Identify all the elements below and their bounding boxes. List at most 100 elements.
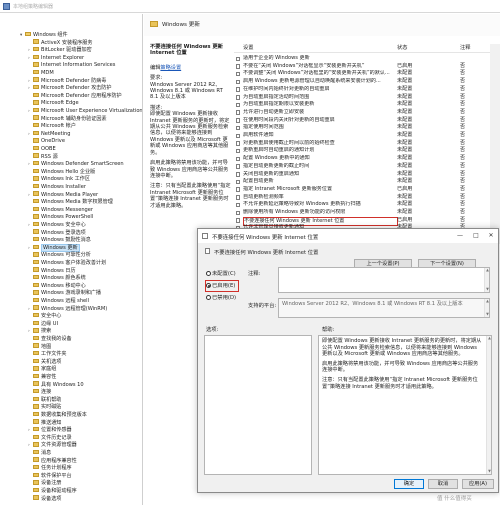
tree-item[interactable]: Windows 客户体验改善计划 (28, 259, 106, 267)
apply-button[interactable]: 应用(A) (462, 479, 494, 489)
setting-row[interactable]: 指定使用时间范围 未配置 否 (234, 124, 490, 132)
tree-item[interactable]: 联机帮助 (28, 396, 61, 404)
tree-item[interactable]: ▾ Windows 组件 (20, 31, 68, 39)
tree-item[interactable]: 边缘 UI (28, 320, 58, 328)
tree-item[interactable]: › Windows Defender SmartScreen (28, 160, 124, 168)
setting-row[interactable]: 更新重启时自动重启的通知计划 未配置 否 (234, 147, 490, 155)
column-comment[interactable]: 注释 (460, 44, 470, 53)
tree-item[interactable]: Windows 登录选项 (28, 229, 86, 237)
minimize-button[interactable]: — (454, 231, 466, 241)
tree-item[interactable]: 具有 Windows 10 (28, 381, 84, 389)
help-scrollbar[interactable]: ▲ ▼ (486, 336, 491, 474)
tree-item[interactable]: Internet Information Services (28, 62, 115, 69)
tree-item[interactable]: Windows 移动中心 (28, 282, 86, 290)
column-state[interactable]: 状态 (397, 44, 407, 53)
tree-item[interactable]: ActiveX 安装程序服务 (28, 39, 92, 47)
tree-item[interactable]: 家庭组 (28, 366, 56, 373)
setting-row[interactable]: 自动更新检测频率 未配置 否 (234, 194, 490, 202)
state-radio[interactable]: 已禁用(D) (206, 293, 244, 303)
tree-item[interactable]: › Microsoft Defender 防病毒 (28, 77, 106, 85)
setting-row[interactable]: 适用于企业的 Windows 更新 (234, 55, 490, 63)
setting-row[interactable]: 指定自动更新更新的截止时间 未配置 否 (234, 163, 490, 171)
setting-row[interactable]: 不允许更新延迟策略导致对 Windows 更新执行扫描 未配置 否 (234, 201, 490, 209)
tree-item[interactable]: 连接 (28, 388, 51, 396)
policy-tree[interactable]: ▾ Windows 组件 ActiveX 安装程序服务 › BitLocker 驱动器加… (0, 14, 143, 505)
comment-field[interactable]: ▲ ▼ (278, 267, 490, 293)
tree-item[interactable]: › BitLocker 驱动器加密 (28, 46, 92, 54)
tree-item[interactable]: › 位置和传感器 (28, 426, 72, 434)
tree-item[interactable]: 工作文件夹 (28, 350, 66, 358)
tree-item[interactable]: › Microsoft User Experience Virtualizatio… (28, 107, 142, 115)
setting-row[interactable]: 允许进行自动更新立即安装 未配置 否 (234, 109, 490, 117)
setting-row[interactable]: 不要调整“关闭 Windows”对话框里的“安装更新并关机”的默认... 未配置 否 (234, 70, 490, 78)
tree-item[interactable]: Windows Messenger (28, 206, 93, 214)
tree-item[interactable]: › NetMeeting (28, 130, 70, 138)
setting-row[interactable]: 配置 Windows 更新中的通知 未配置 否 (234, 155, 490, 163)
setting-row[interactable]: 启用 Windows 更新电源管理以自动唤醒系统来安装计划的... 未配置 否 (234, 78, 490, 86)
tree-item[interactable]: › Internet Explorer (28, 54, 84, 62)
tree-item[interactable]: 数据收集和预览版本 (28, 411, 87, 419)
tree-item[interactable]: 安全中心 (28, 312, 61, 320)
setting-row[interactable]: 为自动重启指定活动时间范围 未配置 否 (234, 94, 490, 102)
tree-item[interactable]: MDM (28, 69, 54, 77)
tree-item[interactable]: › Microsoft Defender 攻击防护 (28, 84, 111, 92)
cancel-button[interactable]: 取消 (428, 479, 458, 489)
setting-row[interactable]: 对更新重启使用截止时间以前的始终检查 未配置否 (234, 140, 490, 148)
tree-item[interactable]: Microsoft 帐户 (28, 122, 76, 130)
tree-item[interactable]: Windows 远程 shell (28, 297, 89, 305)
setting-row[interactable]: 不要连接任何 Windows 更新 Internet 位置 已启用否 (234, 216, 490, 227)
tree-item[interactable]: 查找我的设备 (28, 335, 72, 343)
tree-item[interactable]: 任务计划程序 (28, 464, 72, 472)
tree-item[interactable]: Windows Media 数字权限管理 (28, 198, 113, 206)
setting-row[interactable]: 为自动重启指定期限以安装更新 未配置 否 (234, 101, 490, 109)
setting-row[interactable]: 关闭自动更新的重启通知 未配置 否 (234, 171, 490, 179)
maximize-button[interactable]: □ (470, 231, 482, 241)
comment-scrollbar[interactable]: ▲ ▼ (484, 268, 489, 292)
tree-item[interactable]: Windows 游戏录制和广播 (28, 290, 101, 297)
tree-item[interactable]: Microsoft 辅助身份验证因素 (28, 115, 107, 123)
tree-item[interactable]: › 文件资源管理器 (28, 442, 77, 449)
setting-row[interactable]: 配置自动更新 未配置 否 (234, 178, 490, 186)
tree-item[interactable]: 消息 (28, 449, 51, 457)
tree-item[interactable]: 关机选项 (28, 358, 61, 366)
radio-dot-icon[interactable] (206, 270, 211, 276)
setting-row[interactable]: 启用软件通知 未配置 否 (234, 132, 490, 140)
tree-item[interactable]: OneDrive (28, 138, 65, 145)
column-setting[interactable]: 设置 (243, 44, 253, 53)
state-radio[interactable]: 未配置(C) (206, 269, 244, 279)
edit-policy-link[interactable]: 策略设置 (160, 65, 181, 71)
tree-item[interactable]: 应用程序兼容性 (28, 457, 77, 465)
tree-item[interactable]: 软件保护平台 (28, 472, 72, 480)
tree-item[interactable]: 文件历史记录 (28, 434, 72, 442)
tree-item[interactable]: 设备选项 (28, 495, 61, 503)
tree-item[interactable]: 兼容性 (28, 373, 56, 381)
tree-item[interactable]: 实时磁贴 (28, 404, 61, 411)
setting-row[interactable]: 删除使用所有 Windows 更新功能的访问权限 未配置 否 (234, 209, 490, 217)
tree-item[interactable]: Windows 颜色系统 (28, 274, 86, 282)
setting-row[interactable]: 在维护时间内始终针对更新的自动重启 未配置 否 (234, 86, 490, 94)
setting-row[interactable]: 指定 Intranet Microsoft 更新服务位置 已启用 否 (234, 186, 490, 194)
tree-item[interactable]: › Windows 更新 (28, 243, 80, 252)
tree-item[interactable]: Windows Ink 工作区 (28, 176, 90, 183)
close-button[interactable]: ✕ (485, 231, 497, 241)
tree-item[interactable]: Windows 日历 (28, 267, 76, 275)
tree-item[interactable]: › Windows 远程管理(WinRM) (28, 305, 107, 313)
tree-item[interactable]: Microsoft Defender 应用程序防护 (28, 92, 122, 100)
settings-scrollbar[interactable] (490, 44, 500, 244)
setting-row[interactable]: 不要在“关闭 Windows”对话框显示“安装更新并关机” 已启用否 (234, 63, 490, 71)
tree-item[interactable]: › 搜索 (28, 328, 51, 335)
tree-item[interactable]: › Windows 安全中心 (28, 221, 86, 229)
tree-item[interactable]: Microsoft Edge (28, 100, 79, 107)
tree-item[interactable]: Windows Hello 企业版 (28, 168, 95, 176)
ok-button[interactable]: 确定 (394, 479, 424, 489)
tree-item[interactable]: OOBE (28, 145, 56, 153)
tree-item[interactable]: RSS 源 (28, 153, 58, 161)
tree-item[interactable]: Windows Installer (28, 183, 86, 191)
setting-row[interactable]: 在使用时间段内关闭针对更新的自动重启 未配置 否 (234, 117, 490, 125)
tree-item[interactable]: 设备和驱动程序 (28, 487, 77, 495)
tree-item[interactable]: 推送通知 (28, 419, 61, 427)
radio-dot-icon[interactable] (206, 294, 211, 300)
supported-scrollbar[interactable]: ▲ ▼ (484, 299, 489, 317)
tree-item[interactable]: Windows PowerShell (28, 214, 93, 221)
tree-item[interactable]: 地图 (28, 343, 51, 351)
